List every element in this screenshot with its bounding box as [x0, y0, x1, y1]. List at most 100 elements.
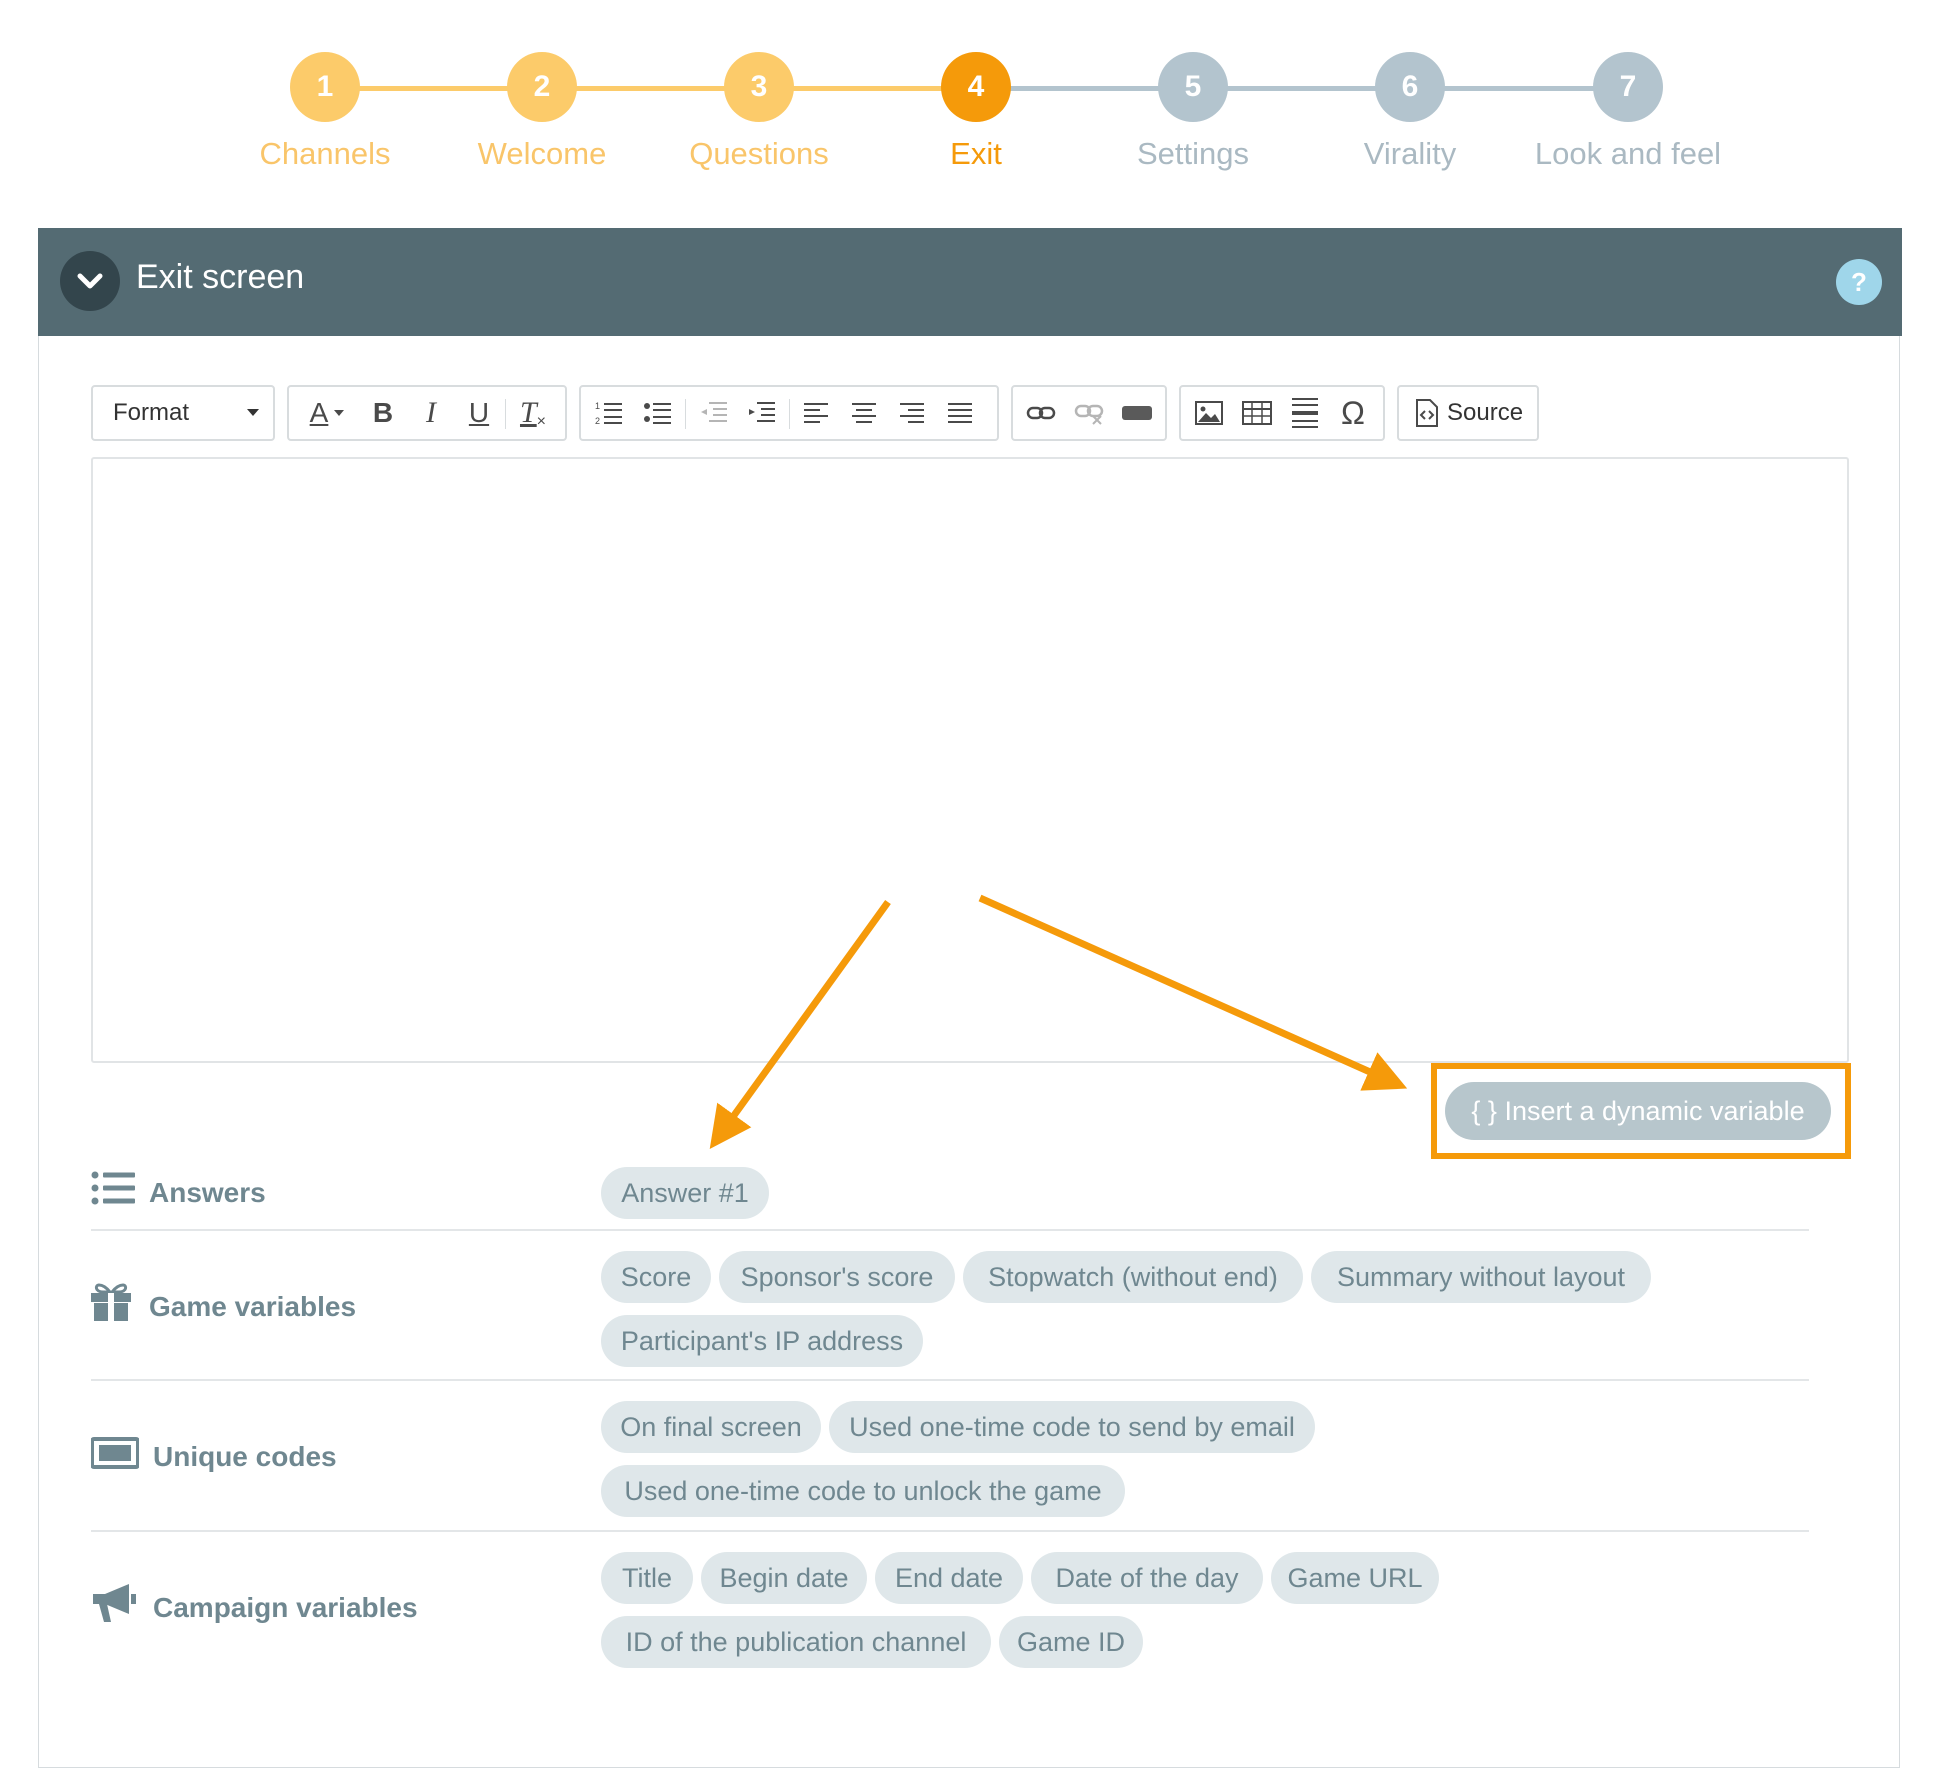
- align-right-button[interactable]: [891, 387, 935, 439]
- button-icon: [1122, 406, 1152, 420]
- remove-x-icon: ×: [536, 413, 547, 430]
- variable-chip[interactable]: Date of the day: [1031, 1552, 1263, 1604]
- variable-chip[interactable]: Title: [601, 1552, 693, 1604]
- variable-chip[interactable]: ID of the publication channel: [601, 1616, 991, 1668]
- section-label: Campaign variables: [153, 1592, 418, 1623]
- insert-group: Ω: [1179, 385, 1385, 441]
- variable-chip[interactable]: Sponsor's score: [719, 1251, 955, 1303]
- step-number: 4: [941, 52, 1011, 122]
- variable-chip[interactable]: Summary without layout: [1311, 1251, 1651, 1303]
- step-questions[interactable]: 3 Questions: [659, 52, 859, 172]
- numbered-list-icon: 1 2: [595, 401, 622, 426]
- variable-chip[interactable]: Answer #1: [601, 1167, 769, 1219]
- align-right-icon: [900, 403, 924, 423]
- step-exit[interactable]: 4 Exit: [876, 52, 1076, 172]
- indent-button[interactable]: [739, 387, 783, 439]
- variable-chip[interactable]: On final screen: [601, 1401, 821, 1453]
- svg-text:2: 2: [595, 416, 600, 426]
- step-number: 7: [1593, 52, 1663, 122]
- bold-icon: B: [372, 397, 394, 428]
- bulleted-list-icon: [644, 403, 671, 424]
- table-icon: [1242, 401, 1272, 425]
- underline-icon: U: [468, 397, 490, 428]
- source-icon: [1416, 399, 1438, 427]
- variable-chip[interactable]: Participant's IP address: [601, 1315, 923, 1367]
- special-char-icon: Ω: [1341, 394, 1365, 431]
- variable-chip[interactable]: Stopwatch (without end): [963, 1251, 1303, 1303]
- outdent-icon: [701, 402, 727, 422]
- text-style-group: A B I U T ×: [287, 385, 567, 441]
- align-center-button[interactable]: [843, 387, 887, 439]
- outdent-button[interactable]: [691, 387, 735, 439]
- collapse-button[interactable]: [60, 251, 120, 311]
- unlink-icon: [1074, 404, 1104, 425]
- chevron-down-icon: [77, 273, 103, 289]
- link-button[interactable]: [1019, 387, 1063, 439]
- bulleted-list-button[interactable]: [635, 387, 679, 439]
- variable-chip[interactable]: Used one-time code to unlock the game: [601, 1465, 1125, 1517]
- horizontal-line-button[interactable]: [1283, 387, 1327, 439]
- insert-button-button[interactable]: [1115, 387, 1159, 439]
- underline-button[interactable]: U: [457, 387, 501, 439]
- answers-section: Answers Answer #1: [91, 1159, 1809, 1231]
- list-icon: [91, 1171, 135, 1205]
- paragraph-group: 1 2: [579, 385, 999, 441]
- remove-format-icon: T: [519, 396, 537, 429]
- step-number: 6: [1375, 52, 1445, 122]
- source-button[interactable]: Source: [1397, 385, 1539, 441]
- panel-header: Exit screen ?: [38, 228, 1902, 336]
- link-icon: [1026, 406, 1056, 420]
- section-label: Game variables: [149, 1291, 357, 1322]
- step-settings[interactable]: 5 Settings: [1093, 52, 1293, 172]
- align-left-button[interactable]: [795, 387, 839, 439]
- text-color-icon: A: [309, 397, 329, 428]
- align-justify-icon: [948, 403, 972, 423]
- step-label: Exit: [950, 136, 1002, 171]
- indent-icon: [749, 402, 775, 422]
- help-button[interactable]: ?: [1836, 259, 1882, 305]
- step-number: 5: [1158, 52, 1228, 122]
- bold-button[interactable]: B: [361, 387, 405, 439]
- step-virality[interactable]: 6 Virality: [1310, 52, 1510, 172]
- gift-icon: [91, 1283, 131, 1321]
- source-label: Source: [1447, 399, 1524, 426]
- table-button[interactable]: [1235, 387, 1279, 439]
- unlink-button[interactable]: [1067, 387, 1111, 439]
- numbered-list-button[interactable]: 1 2: [587, 387, 631, 439]
- text-color-button[interactable]: A: [297, 387, 357, 439]
- step-label: Virality: [1363, 136, 1457, 171]
- variable-chip[interactable]: Begin date: [701, 1552, 867, 1604]
- variable-chip[interactable]: Game URL: [1271, 1552, 1439, 1604]
- insert-dynamic-variable-button[interactable]: { } Insert a dynamic variable: [1445, 1082, 1831, 1140]
- caret-down-icon: [334, 410, 345, 416]
- step-welcome[interactable]: 2 Welcome: [442, 52, 642, 172]
- step-label: Look and feel: [1534, 136, 1722, 171]
- variable-chip[interactable]: Score: [601, 1251, 711, 1303]
- image-icon: [1195, 401, 1223, 425]
- italic-icon: I: [426, 396, 436, 429]
- toolbar-separator: [789, 399, 790, 429]
- horizontal-line-icon: [1292, 398, 1318, 428]
- campaign-variables-section: Campaign variables Title Begin date End …: [91, 1532, 1809, 1682]
- step-look-and-feel[interactable]: 7 Look and feel: [1528, 52, 1728, 172]
- toolbar-separator: [505, 399, 506, 429]
- svg-text:1: 1: [595, 401, 600, 411]
- link-group: [1011, 385, 1167, 441]
- italic-button[interactable]: I: [409, 387, 453, 439]
- exit-screen-panel: Exit screen ? Format A B I U T × 1 2 Ω S…: [38, 228, 1902, 1768]
- rich-text-editor[interactable]: [91, 457, 1849, 1063]
- remove-format-button[interactable]: T ×: [511, 387, 555, 439]
- format-dropdown[interactable]: Format: [91, 385, 275, 441]
- variable-chip[interactable]: Used one-time code to send by email: [829, 1401, 1315, 1453]
- step-label: Questions: [689, 136, 829, 171]
- special-char-button[interactable]: Ω: [1331, 387, 1375, 439]
- step-channels[interactable]: 1 Channels: [225, 52, 425, 172]
- align-justify-button[interactable]: [939, 387, 983, 439]
- ticket-icon: [91, 1437, 139, 1469]
- caret-down-icon: [247, 409, 259, 416]
- wizard-stepper: 1 Channels 2 Welcome 3 Questions 4 Exit …: [0, 0, 1936, 200]
- game-variables-section: Game variables Score Sponsor's score Sto…: [91, 1231, 1809, 1381]
- variable-chip[interactable]: End date: [875, 1552, 1023, 1604]
- variable-chip[interactable]: Game ID: [999, 1616, 1143, 1668]
- image-button[interactable]: [1187, 387, 1231, 439]
